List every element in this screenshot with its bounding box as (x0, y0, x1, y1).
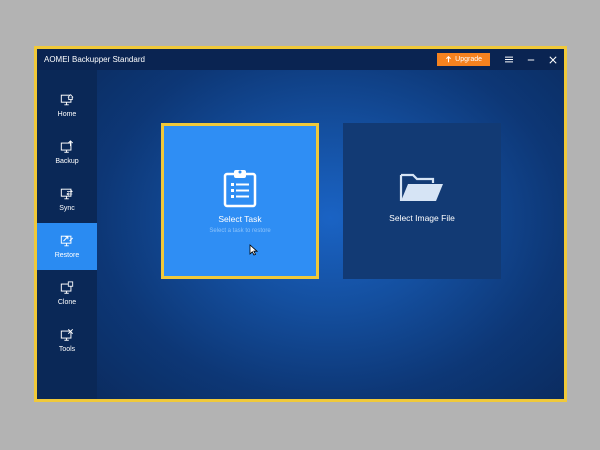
upgrade-arrow-icon (446, 56, 452, 63)
sync-icon (60, 188, 73, 200)
sidebar-item-restore[interactable]: Restore (37, 223, 97, 270)
clipboard-list-icon (223, 170, 257, 208)
home-icon (60, 94, 74, 106)
sidebar-item-backup[interactable]: Backup (37, 129, 97, 176)
main-content: Select Task Select a task to restore Sel… (97, 70, 564, 399)
sidebar-item-label: Clone (57, 299, 77, 306)
select-task-card[interactable]: Select Task Select a task to restore (161, 123, 319, 279)
sidebar-item-label: Restore (54, 252, 80, 259)
sidebar-item-label: Sync (59, 205, 75, 212)
clone-icon (60, 281, 74, 294)
sidebar-item-tools[interactable]: Tools (37, 317, 97, 364)
menu-button[interactable] (498, 49, 520, 70)
sidebar: Home Backup Sync Restore Clone Tools (37, 70, 97, 399)
menu-icon (505, 56, 513, 63)
title-bar: AOMEI Backupper Standard Upgrade (37, 49, 564, 70)
upgrade-label: Upgrade (455, 56, 482, 63)
app-window: AOMEI Backupper Standard Upgrade Home Ba… (34, 46, 567, 402)
mouse-cursor-icon (249, 244, 258, 256)
close-button[interactable] (542, 49, 564, 70)
minimize-button[interactable] (520, 49, 542, 70)
select-task-subtitle: Select a task to restore (209, 228, 271, 234)
app-title: AOMEI Backupper Standard (44, 55, 145, 64)
minimize-icon (527, 59, 535, 60)
sidebar-item-home[interactable]: Home (37, 82, 97, 129)
close-icon (549, 55, 557, 64)
select-task-title: Select Task (218, 214, 262, 224)
select-image-file-card[interactable]: Select Image File (343, 123, 501, 279)
backup-icon (60, 140, 74, 153)
restore-icon (60, 235, 74, 247)
sidebar-item-clone[interactable]: Clone (37, 270, 97, 317)
tools-icon (60, 328, 74, 341)
sidebar-item-label: Backup (55, 158, 79, 165)
sidebar-item-label: Tools (58, 346, 76, 353)
sidebar-item-label: Home (57, 111, 77, 118)
folder-open-icon (399, 173, 443, 201)
upgrade-button[interactable]: Upgrade (437, 53, 490, 66)
sidebar-item-sync[interactable]: Sync (37, 176, 97, 223)
select-image-file-title: Select Image File (389, 213, 455, 223)
